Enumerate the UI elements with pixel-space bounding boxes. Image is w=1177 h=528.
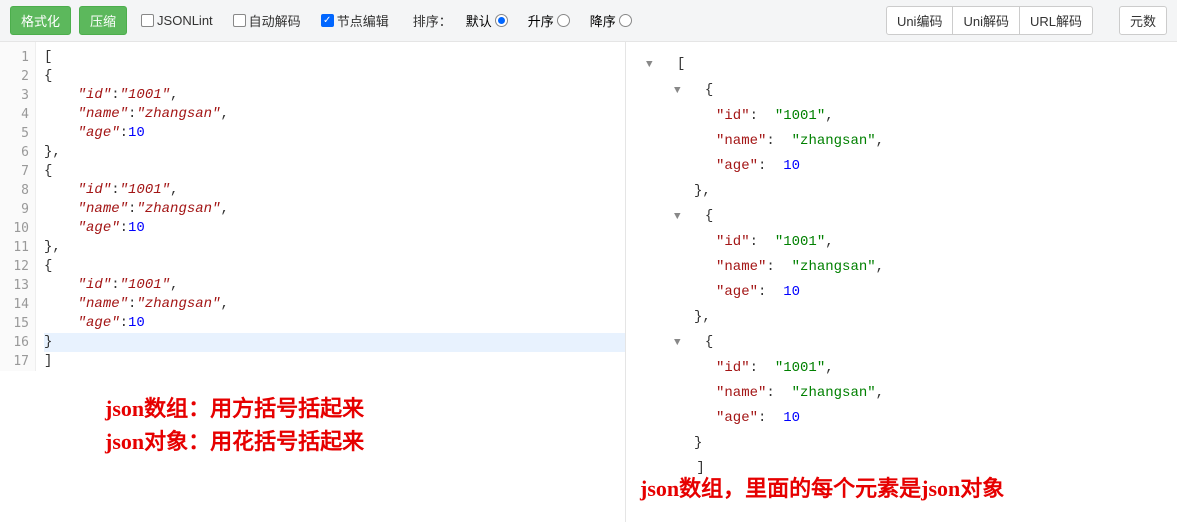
sort-default-radio[interactable]: 默认 bbox=[466, 11, 508, 30]
jsonlint-checkbox[interactable]: JSONLint bbox=[141, 13, 213, 28]
tree-object-close[interactable]: }, bbox=[646, 179, 1177, 204]
content-area: 1234567891011121314151617 [{ "id":"1001"… bbox=[0, 42, 1177, 522]
tree-prop[interactable]: "name": "zhangsan", bbox=[646, 129, 1177, 154]
tree-object-close[interactable]: }, bbox=[646, 305, 1177, 330]
tree-prop[interactable]: "id": "1001", bbox=[646, 104, 1177, 129]
radio-label: 降序 bbox=[590, 11, 616, 30]
encode-button-group: Uni编码 Uni解码 URL解码 bbox=[886, 6, 1093, 35]
format-button[interactable]: 格式化 bbox=[10, 6, 71, 35]
meta-button[interactable]: 元数 bbox=[1119, 6, 1167, 35]
chevron-down-icon[interactable]: ▼ bbox=[674, 331, 688, 356]
code-line[interactable]: { bbox=[44, 162, 625, 181]
sort-asc-radio[interactable]: 升序 bbox=[528, 11, 570, 30]
code-line[interactable]: }, bbox=[44, 143, 625, 162]
annotation-text: json数组，里面的每个元素是json对象 bbox=[640, 476, 1004, 501]
autodecode-label: 自动解码 bbox=[249, 11, 301, 30]
tree-array-open[interactable]: ▼ [ bbox=[646, 52, 1177, 78]
tree-object-open[interactable]: ▼ { bbox=[646, 204, 1177, 230]
json-tree[interactable]: ▼ [▼ {"id": "1001","name": "zhangsan","a… bbox=[626, 52, 1177, 481]
annotation-right: json数组，里面的每个元素是json对象 bbox=[640, 472, 1004, 505]
code-line[interactable]: "id":"1001", bbox=[44, 276, 625, 295]
code-line[interactable]: "name":"zhangsan", bbox=[44, 295, 625, 314]
code-line[interactable]: { bbox=[44, 257, 625, 276]
radio-label: 默认 bbox=[466, 11, 492, 30]
line-gutter: 1234567891011121314151617 bbox=[0, 42, 36, 371]
code-line[interactable]: [ bbox=[44, 48, 625, 67]
compress-button[interactable]: 压缩 bbox=[79, 6, 127, 35]
tree-pane: ▼ [▼ {"id": "1001","name": "zhangsan","a… bbox=[626, 42, 1177, 522]
chevron-down-icon[interactable]: ▼ bbox=[646, 53, 660, 78]
annotation-text: json数组：用方括号括起来 bbox=[105, 392, 364, 425]
code-line[interactable]: } bbox=[44, 333, 625, 352]
code-line[interactable]: "id":"1001", bbox=[44, 181, 625, 200]
url-decode-button[interactable]: URL解码 bbox=[1019, 6, 1093, 35]
code-line[interactable]: "name":"zhangsan", bbox=[44, 200, 625, 219]
tree-prop[interactable]: "name": "zhangsan", bbox=[646, 381, 1177, 406]
code-pane: 1234567891011121314151617 [{ "id":"1001"… bbox=[0, 42, 626, 522]
sort-label: 排序： bbox=[413, 11, 452, 30]
checkbox-checked-icon: ✓ bbox=[321, 14, 334, 27]
uni-encode-button[interactable]: Uni编码 bbox=[886, 6, 954, 35]
code-line[interactable]: ] bbox=[44, 352, 625, 371]
code-line[interactable]: "age":10 bbox=[44, 314, 625, 333]
code-editor[interactable]: [{ "id":"1001", "name":"zhangsan", "age"… bbox=[36, 42, 625, 371]
nodeedit-checkbox[interactable]: ✓ 节点编辑 bbox=[321, 11, 389, 30]
tree-prop[interactable]: "id": "1001", bbox=[646, 356, 1177, 381]
code-line[interactable]: "name":"zhangsan", bbox=[44, 105, 625, 124]
checkbox-icon bbox=[233, 14, 246, 27]
checkbox-icon bbox=[141, 14, 154, 27]
annotation-left: json数组：用方括号括起来 json对象：用花括号括起来 bbox=[105, 392, 364, 458]
tree-prop[interactable]: "id": "1001", bbox=[646, 230, 1177, 255]
tree-object-open[interactable]: ▼ { bbox=[646, 330, 1177, 356]
uni-decode-button[interactable]: Uni解码 bbox=[952, 6, 1020, 35]
chevron-down-icon[interactable]: ▼ bbox=[674, 205, 688, 230]
radio-icon bbox=[557, 14, 570, 27]
tree-prop[interactable]: "age": 10 bbox=[646, 406, 1177, 431]
code-line[interactable]: "age":10 bbox=[44, 124, 625, 143]
autodecode-checkbox[interactable]: 自动解码 bbox=[233, 11, 301, 30]
radio-icon bbox=[619, 14, 632, 27]
tree-prop[interactable]: "name": "zhangsan", bbox=[646, 255, 1177, 280]
nodeedit-label: 节点编辑 bbox=[337, 11, 389, 30]
jsonlint-label: JSONLint bbox=[157, 13, 213, 28]
tree-object-close[interactable]: } bbox=[646, 431, 1177, 456]
chevron-down-icon[interactable]: ▼ bbox=[674, 79, 688, 104]
toolbar: 格式化 压缩 JSONLint 自动解码 ✓ 节点编辑 排序： 默认 升序 降序… bbox=[0, 0, 1177, 42]
sort-desc-radio[interactable]: 降序 bbox=[590, 11, 632, 30]
code-line[interactable]: "age":10 bbox=[44, 219, 625, 238]
code-line[interactable]: }, bbox=[44, 238, 625, 257]
code-line[interactable]: { bbox=[44, 67, 625, 86]
code-line[interactable]: "id":"1001", bbox=[44, 86, 625, 105]
tree-object-open[interactable]: ▼ { bbox=[646, 78, 1177, 104]
tree-prop[interactable]: "age": 10 bbox=[646, 154, 1177, 179]
radio-checked-icon bbox=[495, 14, 508, 27]
tree-prop[interactable]: "age": 10 bbox=[646, 280, 1177, 305]
radio-label: 升序 bbox=[528, 11, 554, 30]
annotation-text: json对象：用花括号括起来 bbox=[105, 425, 364, 458]
